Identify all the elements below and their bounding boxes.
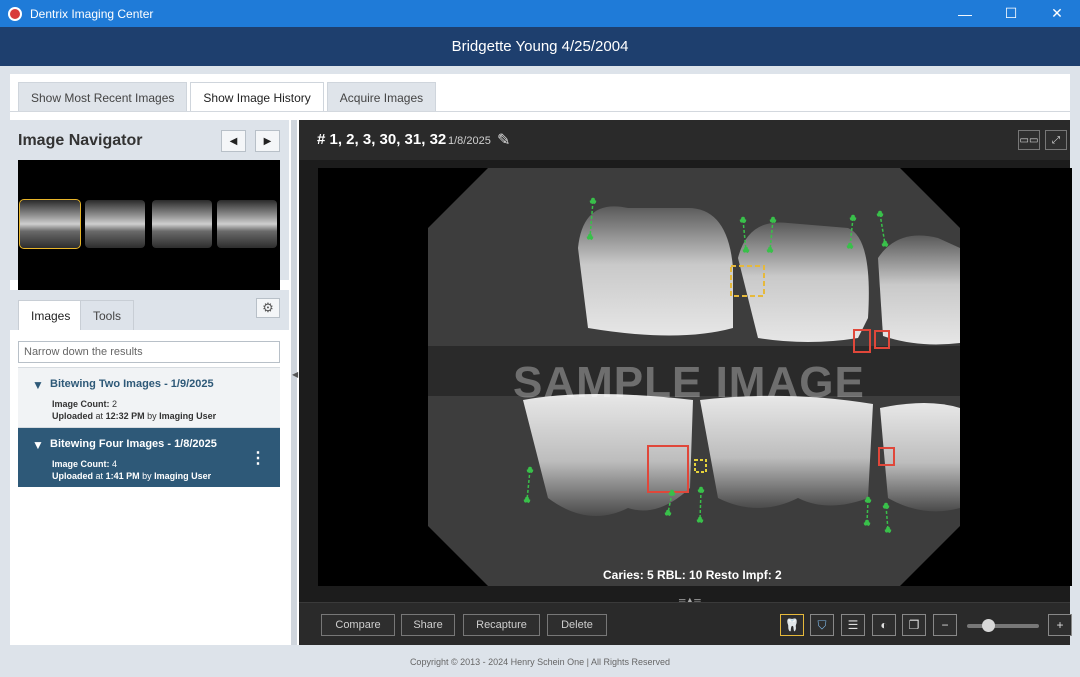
more-options-icon[interactable]: ⋮ — [250, 448, 266, 468]
edit-pencil-icon[interactable]: ✎ — [497, 130, 510, 150]
sliders-icon: ☰ — [847, 618, 859, 632]
layout-icon: ▭▭ — [1019, 134, 1039, 146]
tab-acquire-images[interactable]: Acquire Images — [326, 82, 437, 112]
thumbnail-image[interactable] — [19, 199, 81, 249]
minimize-button[interactable]: — — [942, 0, 988, 27]
compare-button[interactable]: Compare — [321, 614, 395, 636]
app-frame: Show Most Recent Images Show Image Histo… — [0, 66, 1080, 677]
history-item[interactable]: ▼ Bitewing Four Images - 1/8/2025 Image … — [18, 427, 280, 487]
window-controls: — ☐ ✕ — [942, 0, 1080, 27]
history-item-title: Bitewing Two Images - 1/9/2025 — [50, 378, 214, 390]
expand-icon: ⤢ — [1052, 134, 1060, 146]
zoom-in-button[interactable]: + — [1048, 614, 1072, 636]
uploaded-line: Uploaded at 1:41 PM by Imaging User — [52, 471, 212, 481]
image-count-line: Image Count: 2 — [52, 399, 118, 409]
viewer-header: # 1, 2, 3, 30, 31, 32 1/8/2025 ✎ ▭▭ ⤢ — [299, 120, 1070, 160]
close-button[interactable]: ✕ — [1034, 0, 1080, 27]
copy-icon: ❐ — [908, 618, 920, 632]
tooth-icon: 🦷 — [784, 618, 800, 632]
viewer-toolbar: Compare Share Recapture Delete 🦷 ⛉ ☰ ◐ ❐ — [299, 602, 1072, 645]
history-item[interactable]: ▼ Bitewing Two Images - 1/9/2025 Image C… — [18, 367, 280, 427]
gear-icon: ⚙ — [262, 300, 274, 315]
tab-images[interactable]: Images — [18, 300, 84, 330]
zoom-out-button[interactable]: − — [933, 614, 957, 636]
contrast-button[interactable]: ◐ — [872, 614, 896, 636]
next-image-button[interactable]: ▶ — [255, 130, 280, 152]
image-date: 1/8/2025 — [448, 135, 491, 147]
findings-summary: Caries: 5 RBL: 10 Resto Impf: 2 — [603, 568, 782, 582]
layout-button[interactable]: ▭▭ — [1018, 130, 1040, 150]
tooth-icon: ▼ — [32, 378, 44, 392]
panel-splitter[interactable]: ◀ — [291, 120, 298, 645]
title-bar: Dentrix Imaging Center — ☐ ✕ — [0, 0, 1080, 27]
search-input[interactable] — [18, 341, 280, 363]
thumbnail-image[interactable] — [217, 200, 277, 248]
prev-image-button[interactable]: ◀ — [221, 130, 246, 152]
chevron-right-icon: ▶ — [263, 135, 272, 147]
main-tabs: Show Most Recent Images Show Image Histo… — [18, 82, 439, 112]
history-item-title: Bitewing Four Images - 1/8/2025 — [50, 438, 217, 450]
left-tabs: Images Tools ⚙ — [10, 290, 289, 330]
settings-button[interactable]: ⚙ — [256, 298, 280, 318]
navigator-title: Image Navigator — [18, 132, 143, 149]
minus-icon: − — [941, 618, 949, 632]
tab-tools[interactable]: Tools — [80, 300, 135, 330]
adjustments-button[interactable]: ☰ — [841, 614, 865, 636]
tab-divider — [10, 111, 1070, 112]
tooth-icon: ▼ — [32, 438, 44, 452]
contrast-icon: ◐ — [880, 618, 888, 632]
thumbnail-strip — [18, 160, 280, 290]
teeth-numbers: # 1, 2, 3, 30, 31, 32 — [317, 131, 447, 148]
image-viewer: # 1, 2, 3, 30, 31, 32 1/8/2025 ✎ ▭▭ ⤢ SA… — [299, 120, 1072, 645]
zoom-slider-thumb[interactable] — [981, 619, 995, 632]
zoom-slider[interactable] — [967, 619, 1039, 632]
plus-icon: + — [1056, 618, 1064, 632]
fullscreen-button[interactable]: ⤢ — [1045, 130, 1067, 150]
image-count-line: Image Count: 4 — [52, 459, 118, 469]
copy-button[interactable]: ❐ — [902, 614, 926, 636]
uploaded-line: Uploaded at 12:32 PM by Imaging User — [52, 411, 217, 421]
tooth-overlay-button[interactable]: 🦷 — [780, 614, 804, 636]
maximize-button[interactable]: ☐ — [988, 0, 1034, 27]
recapture-button[interactable]: Recapture — [463, 614, 540, 636]
tab-most-recent-images[interactable]: Show Most Recent Images — [18, 82, 188, 112]
xray-image-area[interactable]: SAMPLE IMAGE Caries: 5 RBL: 10 Resto Imp… — [318, 168, 1072, 586]
tab-image-history[interactable]: Show Image History — [190, 82, 324, 112]
thumbnail-image[interactable] — [152, 200, 212, 248]
chevron-left-icon: ◀ — [229, 135, 238, 147]
thumbnail-image[interactable] — [85, 200, 145, 248]
patient-header: Bridgette Young 4/25/2004 — [0, 27, 1080, 66]
tooth-chart-button[interactable]: ⛉ — [810, 614, 834, 636]
tooth-outline-icon: ⛉ — [817, 617, 827, 632]
delete-button[interactable]: Delete — [547, 614, 607, 636]
copyright-text: Copyright © 2013 - 2024 Henry Schein One… — [409, 657, 671, 667]
main-content: Show Most Recent Images Show Image Histo… — [10, 74, 1072, 645]
app-title: Dentrix Imaging Center — [30, 6, 154, 21]
app-logo-icon — [8, 6, 22, 21]
collapse-icon[interactable]: ◀ — [292, 370, 298, 379]
share-button[interactable]: Share — [401, 614, 455, 636]
image-navigator-panel: Image Navigator ◀ ▶ Images Tools ⚙ Narro… — [10, 120, 289, 645]
sample-watermark: SAMPLE IMAGE — [513, 358, 865, 407]
